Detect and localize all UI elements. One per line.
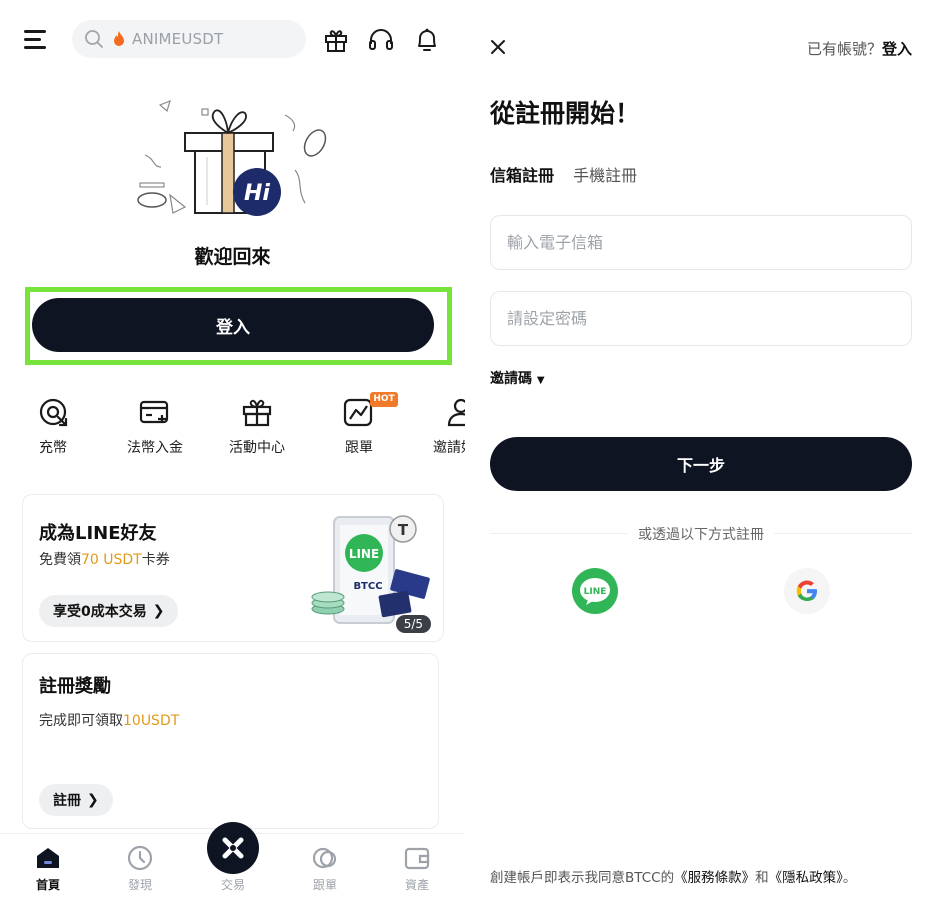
page-title: 從註冊開始！ bbox=[490, 99, 641, 128]
gift-icon bbox=[242, 399, 272, 427]
nav-assets[interactable]: 資產 bbox=[382, 844, 452, 893]
reward-title: 註冊獎勵 bbox=[39, 676, 111, 697]
nav-copytrade[interactable]: 跟單 bbox=[290, 844, 360, 893]
gift-icon[interactable] bbox=[322, 26, 350, 54]
nav-discover[interactable]: 發現 bbox=[105, 844, 175, 893]
terms-link[interactable]: 《服務條款》 bbox=[674, 870, 755, 886]
bottom-nav: 首頁 發現 交易 跟單 資產 bbox=[0, 822, 465, 910]
login-button[interactable]: 登入 bbox=[32, 298, 434, 352]
shortcut-label: 邀請好友 bbox=[433, 440, 465, 456]
line-icon: LINE bbox=[580, 578, 610, 605]
deposit-icon bbox=[39, 398, 68, 427]
svg-text:BTCC: BTCC bbox=[353, 581, 382, 592]
headset-icon[interactable] bbox=[367, 26, 395, 54]
register-tabs: 信箱註冊 手機註冊 bbox=[490, 162, 651, 186]
wallet-icon bbox=[404, 847, 430, 870]
nav-label: 發現 bbox=[127, 878, 152, 892]
line-login-button[interactable]: LINE bbox=[572, 568, 618, 614]
home-icon bbox=[37, 848, 59, 868]
tab-phone[interactable]: 手機註冊 bbox=[573, 162, 637, 186]
reward-button-label: 註冊 bbox=[53, 793, 81, 809]
register-screen: 已有帳號？登入 從註冊開始！ 信箱註冊 手機註冊 邀請碼 ▼ 下一步 或透過以下… bbox=[465, 0, 940, 910]
invite-code-toggle[interactable]: 邀請碼 ▼ bbox=[490, 368, 545, 388]
promo-subtitle: 免費領70 USDT卡券 bbox=[39, 552, 170, 568]
svg-text:LINE: LINE bbox=[584, 587, 607, 597]
login-link[interactable]: 登入 bbox=[882, 40, 912, 58]
close-icon[interactable] bbox=[487, 36, 509, 58]
line-phone-illustration: T LINE BTCC bbox=[311, 515, 430, 624]
shortcut-label: 跟單 bbox=[345, 440, 373, 456]
reward-register-button[interactable]: 註冊 ❯ bbox=[39, 784, 113, 816]
or-divider-text: 或透過以下方式註冊 bbox=[490, 524, 912, 544]
register-reward-card[interactable]: 註冊獎勵 完成即可領取10USDT 註冊 ❯ bbox=[22, 653, 439, 829]
fiat-card-icon bbox=[139, 400, 169, 424]
search-placeholder: ANIMEUSDT bbox=[132, 30, 224, 48]
terms-text: 創建帳戶即表示我同意BTCC的《服務條款》和《隱私政策》。 bbox=[490, 870, 857, 886]
shortcut-fiat[interactable]: 法幣入金 bbox=[110, 395, 200, 457]
caret-down-icon: ▼ bbox=[536, 375, 545, 386]
copy-trade-icon bbox=[312, 847, 337, 869]
search-icon bbox=[85, 30, 103, 48]
home-screen: ANIMEUSDT Hi 歡迎回來 登入 充幣 法幣入金 活動中心 跟單 邀請 … bbox=[0, 0, 465, 910]
shortcut-invite[interactable]: 邀請好友 bbox=[416, 395, 465, 457]
discover-icon bbox=[127, 845, 153, 871]
svg-text:T: T bbox=[398, 521, 409, 539]
hot-badge: HOT bbox=[370, 392, 398, 407]
search-input[interactable]: ANIMEUSDT bbox=[72, 20, 306, 58]
shortcut-events[interactable]: 活動中心 bbox=[212, 395, 302, 457]
chevron-right-icon: ❯ bbox=[87, 792, 99, 808]
chevron-right-icon: ❯ bbox=[152, 603, 165, 619]
promo-title: 成為LINE好友 bbox=[39, 523, 157, 544]
shortcut-label: 法幣入金 bbox=[127, 440, 183, 456]
password-field[interactable] bbox=[490, 291, 912, 346]
nav-label: 跟單 bbox=[312, 878, 337, 892]
email-field[interactable] bbox=[490, 215, 912, 270]
line-promo-card[interactable]: 成為LINE好友 免費領70 USDT卡券 享受0成本交易 ❯ T LINE B… bbox=[22, 494, 444, 642]
carousel-page-indicator: 5/5 bbox=[395, 615, 431, 633]
privacy-link[interactable]: 《隱私政策》 bbox=[769, 870, 843, 886]
nav-label: 交易 bbox=[220, 878, 245, 892]
nav-label: 首頁 bbox=[35, 878, 60, 892]
promo-button[interactable]: 享受0成本交易 ❯ bbox=[39, 595, 179, 627]
top-bar: ANIMEUSDT bbox=[0, 0, 465, 80]
shortcut-deposit[interactable]: 充幣 bbox=[8, 395, 98, 457]
has-account-text: 已有帳號？ bbox=[806, 40, 882, 58]
next-button[interactable]: 下一步 bbox=[490, 437, 912, 491]
gift-hi-illustration: Hi bbox=[137, 99, 327, 216]
nav-label: 資產 bbox=[404, 878, 429, 892]
promo-button-label: 享受0成本交易 bbox=[53, 604, 147, 620]
nav-home[interactable]: 首頁 bbox=[13, 844, 83, 893]
invite-user-icon bbox=[447, 398, 465, 427]
svg-text:LINE: LINE bbox=[349, 547, 379, 561]
reward-subtitle: 完成即可領取10USDT bbox=[39, 713, 180, 729]
google-icon bbox=[796, 580, 817, 601]
trade-icon bbox=[222, 837, 244, 859]
shortcut-label: 充幣 bbox=[39, 440, 67, 456]
welcome-text: 歡迎回來 bbox=[194, 246, 271, 268]
has-account-prompt: 已有帳號？登入 bbox=[807, 38, 912, 59]
menu-icon[interactable] bbox=[24, 28, 50, 50]
invite-code-label: 邀請碼 bbox=[490, 371, 532, 387]
bell-icon[interactable] bbox=[413, 26, 441, 54]
google-login-button[interactable] bbox=[784, 568, 830, 614]
svg-text:Hi: Hi bbox=[244, 181, 270, 206]
trade-button[interactable] bbox=[207, 822, 259, 874]
tab-email[interactable]: 信箱註冊 bbox=[490, 162, 554, 186]
fire-icon bbox=[114, 31, 124, 46]
shortcut-label: 活動中心 bbox=[229, 440, 285, 456]
